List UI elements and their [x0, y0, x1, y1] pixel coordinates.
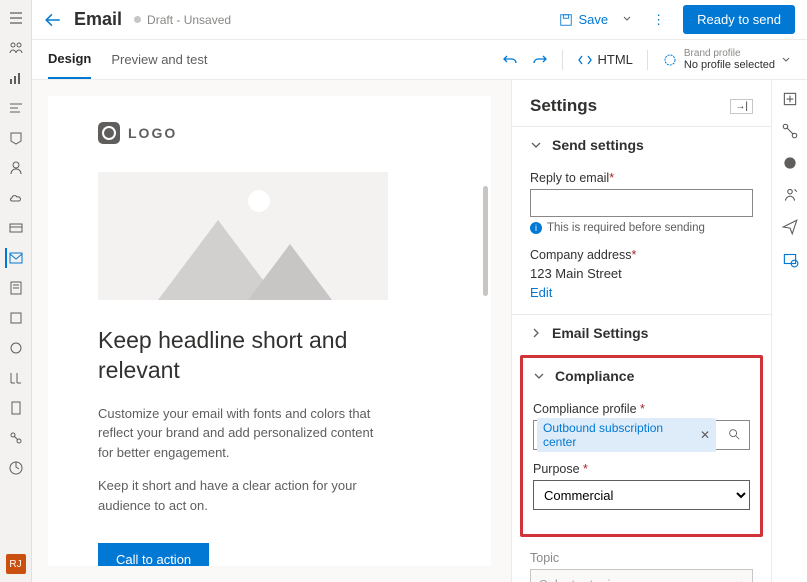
save-button[interactable]: Save: [559, 12, 609, 27]
reply-to-helper: iThis is required before sending: [530, 222, 753, 234]
nav-icon-2[interactable]: [6, 68, 26, 88]
html-toggle[interactable]: HTML: [577, 52, 633, 68]
top-bar: Email Draft - Unsaved Save ⋮ Ready to se…: [32, 0, 807, 40]
nav-icon-1[interactable]: [6, 38, 26, 58]
email-headline[interactable]: Keep headline short and relevant: [98, 326, 388, 386]
logo-placeholder[interactable]: LOGO: [98, 122, 441, 144]
settings-icon[interactable]: [781, 250, 799, 268]
edit-company-address-link[interactable]: Edit: [530, 285, 552, 300]
scrollbar-thumb[interactable]: [483, 186, 488, 296]
company-address-value: 123 Main Street: [530, 266, 753, 281]
info-icon: i: [530, 222, 542, 234]
compliance-profile-label: Compliance profile *: [533, 402, 750, 416]
chevron-down-icon: [781, 55, 791, 65]
section-email-settings[interactable]: Email Settings: [512, 315, 771, 351]
email-canvas: LOGO Keep headline short and relevant Cu…: [32, 80, 511, 582]
nav-icon-14[interactable]: [6, 428, 26, 448]
flow-icon[interactable]: [781, 122, 799, 140]
cta-button[interactable]: Call to action: [98, 543, 209, 566]
email-body-1[interactable]: Customize your email with fonts and colo…: [98, 404, 388, 463]
undo-button[interactable]: [502, 52, 518, 68]
nav-icon-12[interactable]: [6, 368, 26, 388]
hamburger-icon[interactable]: [6, 8, 26, 28]
purpose-label: Purpose *: [533, 462, 750, 476]
compliance-profile-lookup[interactable]: Outbound subscription center✕: [533, 420, 750, 450]
nav-icon-10[interactable]: [6, 308, 26, 328]
right-tool-rail: [771, 80, 807, 582]
nav-icon-9[interactable]: [6, 278, 26, 298]
chevron-down-icon: [734, 577, 744, 582]
theme-icon[interactable]: [781, 154, 799, 172]
back-button[interactable]: [44, 11, 62, 29]
settings-title: Settings: [530, 96, 730, 116]
chevron-down-icon: [533, 370, 545, 382]
email-body-2[interactable]: Keep it short and have a clear action fo…: [98, 476, 388, 515]
page-title: Email: [74, 9, 122, 30]
company-address-label: Company address*: [530, 248, 753, 262]
left-nav-rail: RJ: [0, 0, 32, 582]
chevron-down-icon: [530, 139, 542, 151]
tab-bar: Design Preview and test HTML Brand profi…: [32, 40, 807, 80]
nav-icon-4[interactable]: [6, 128, 26, 148]
tab-design[interactable]: Design: [48, 40, 91, 79]
redo-button[interactable]: [532, 52, 548, 68]
user-avatar[interactable]: RJ: [6, 554, 26, 574]
section-compliance[interactable]: Compliance: [523, 358, 760, 394]
more-menu[interactable]: ⋮: [646, 12, 671, 28]
compliance-profile-chip[interactable]: Outbound subscription center✕: [537, 418, 716, 452]
tab-preview[interactable]: Preview and test: [111, 40, 207, 79]
nav-icon-13[interactable]: [6, 398, 26, 418]
nav-icon-5[interactable]: [6, 158, 26, 178]
topic-select-disabled: Select a topic: [530, 569, 753, 582]
settings-panel: Settings →| Send settings Reply to email…: [511, 80, 807, 582]
nav-icon-11[interactable]: [6, 338, 26, 358]
section-send-settings[interactable]: Send settings: [512, 127, 771, 163]
nav-icon-7[interactable]: [6, 218, 26, 238]
remove-chip-icon[interactable]: ✕: [700, 428, 710, 442]
chevron-right-icon: [530, 327, 542, 339]
reply-to-label: Reply to email*: [530, 171, 753, 185]
brand-profile-label: Brand profile: [684, 48, 775, 59]
nav-icon-15[interactable]: [6, 458, 26, 478]
compliance-highlight: Compliance Compliance profile * Outbound…: [520, 355, 763, 537]
collapse-panel-button[interactable]: →|: [730, 99, 753, 114]
brand-profile-selector[interactable]: Brand profile No profile selected: [662, 48, 791, 71]
ready-to-send-button[interactable]: Ready to send: [683, 5, 795, 34]
add-element-icon[interactable]: [781, 90, 799, 108]
lookup-search-icon[interactable]: [719, 427, 749, 444]
logo-icon: [98, 122, 120, 144]
brand-profile-value: No profile selected: [684, 59, 775, 71]
save-chevron[interactable]: [620, 12, 634, 27]
topic-label: Topic: [530, 551, 753, 565]
nav-icon-email[interactable]: [5, 248, 25, 268]
draft-status: Draft - Unsaved: [134, 13, 231, 27]
image-placeholder[interactable]: [98, 172, 388, 300]
nav-icon-6[interactable]: [6, 188, 26, 208]
reply-to-input[interactable]: [530, 189, 753, 217]
send-icon[interactable]: [781, 218, 799, 236]
personalization-icon[interactable]: [781, 186, 799, 204]
nav-icon-3[interactable]: [6, 98, 26, 118]
purpose-select[interactable]: Commercial: [533, 480, 750, 510]
email-card[interactable]: LOGO Keep headline short and relevant Cu…: [48, 96, 491, 566]
